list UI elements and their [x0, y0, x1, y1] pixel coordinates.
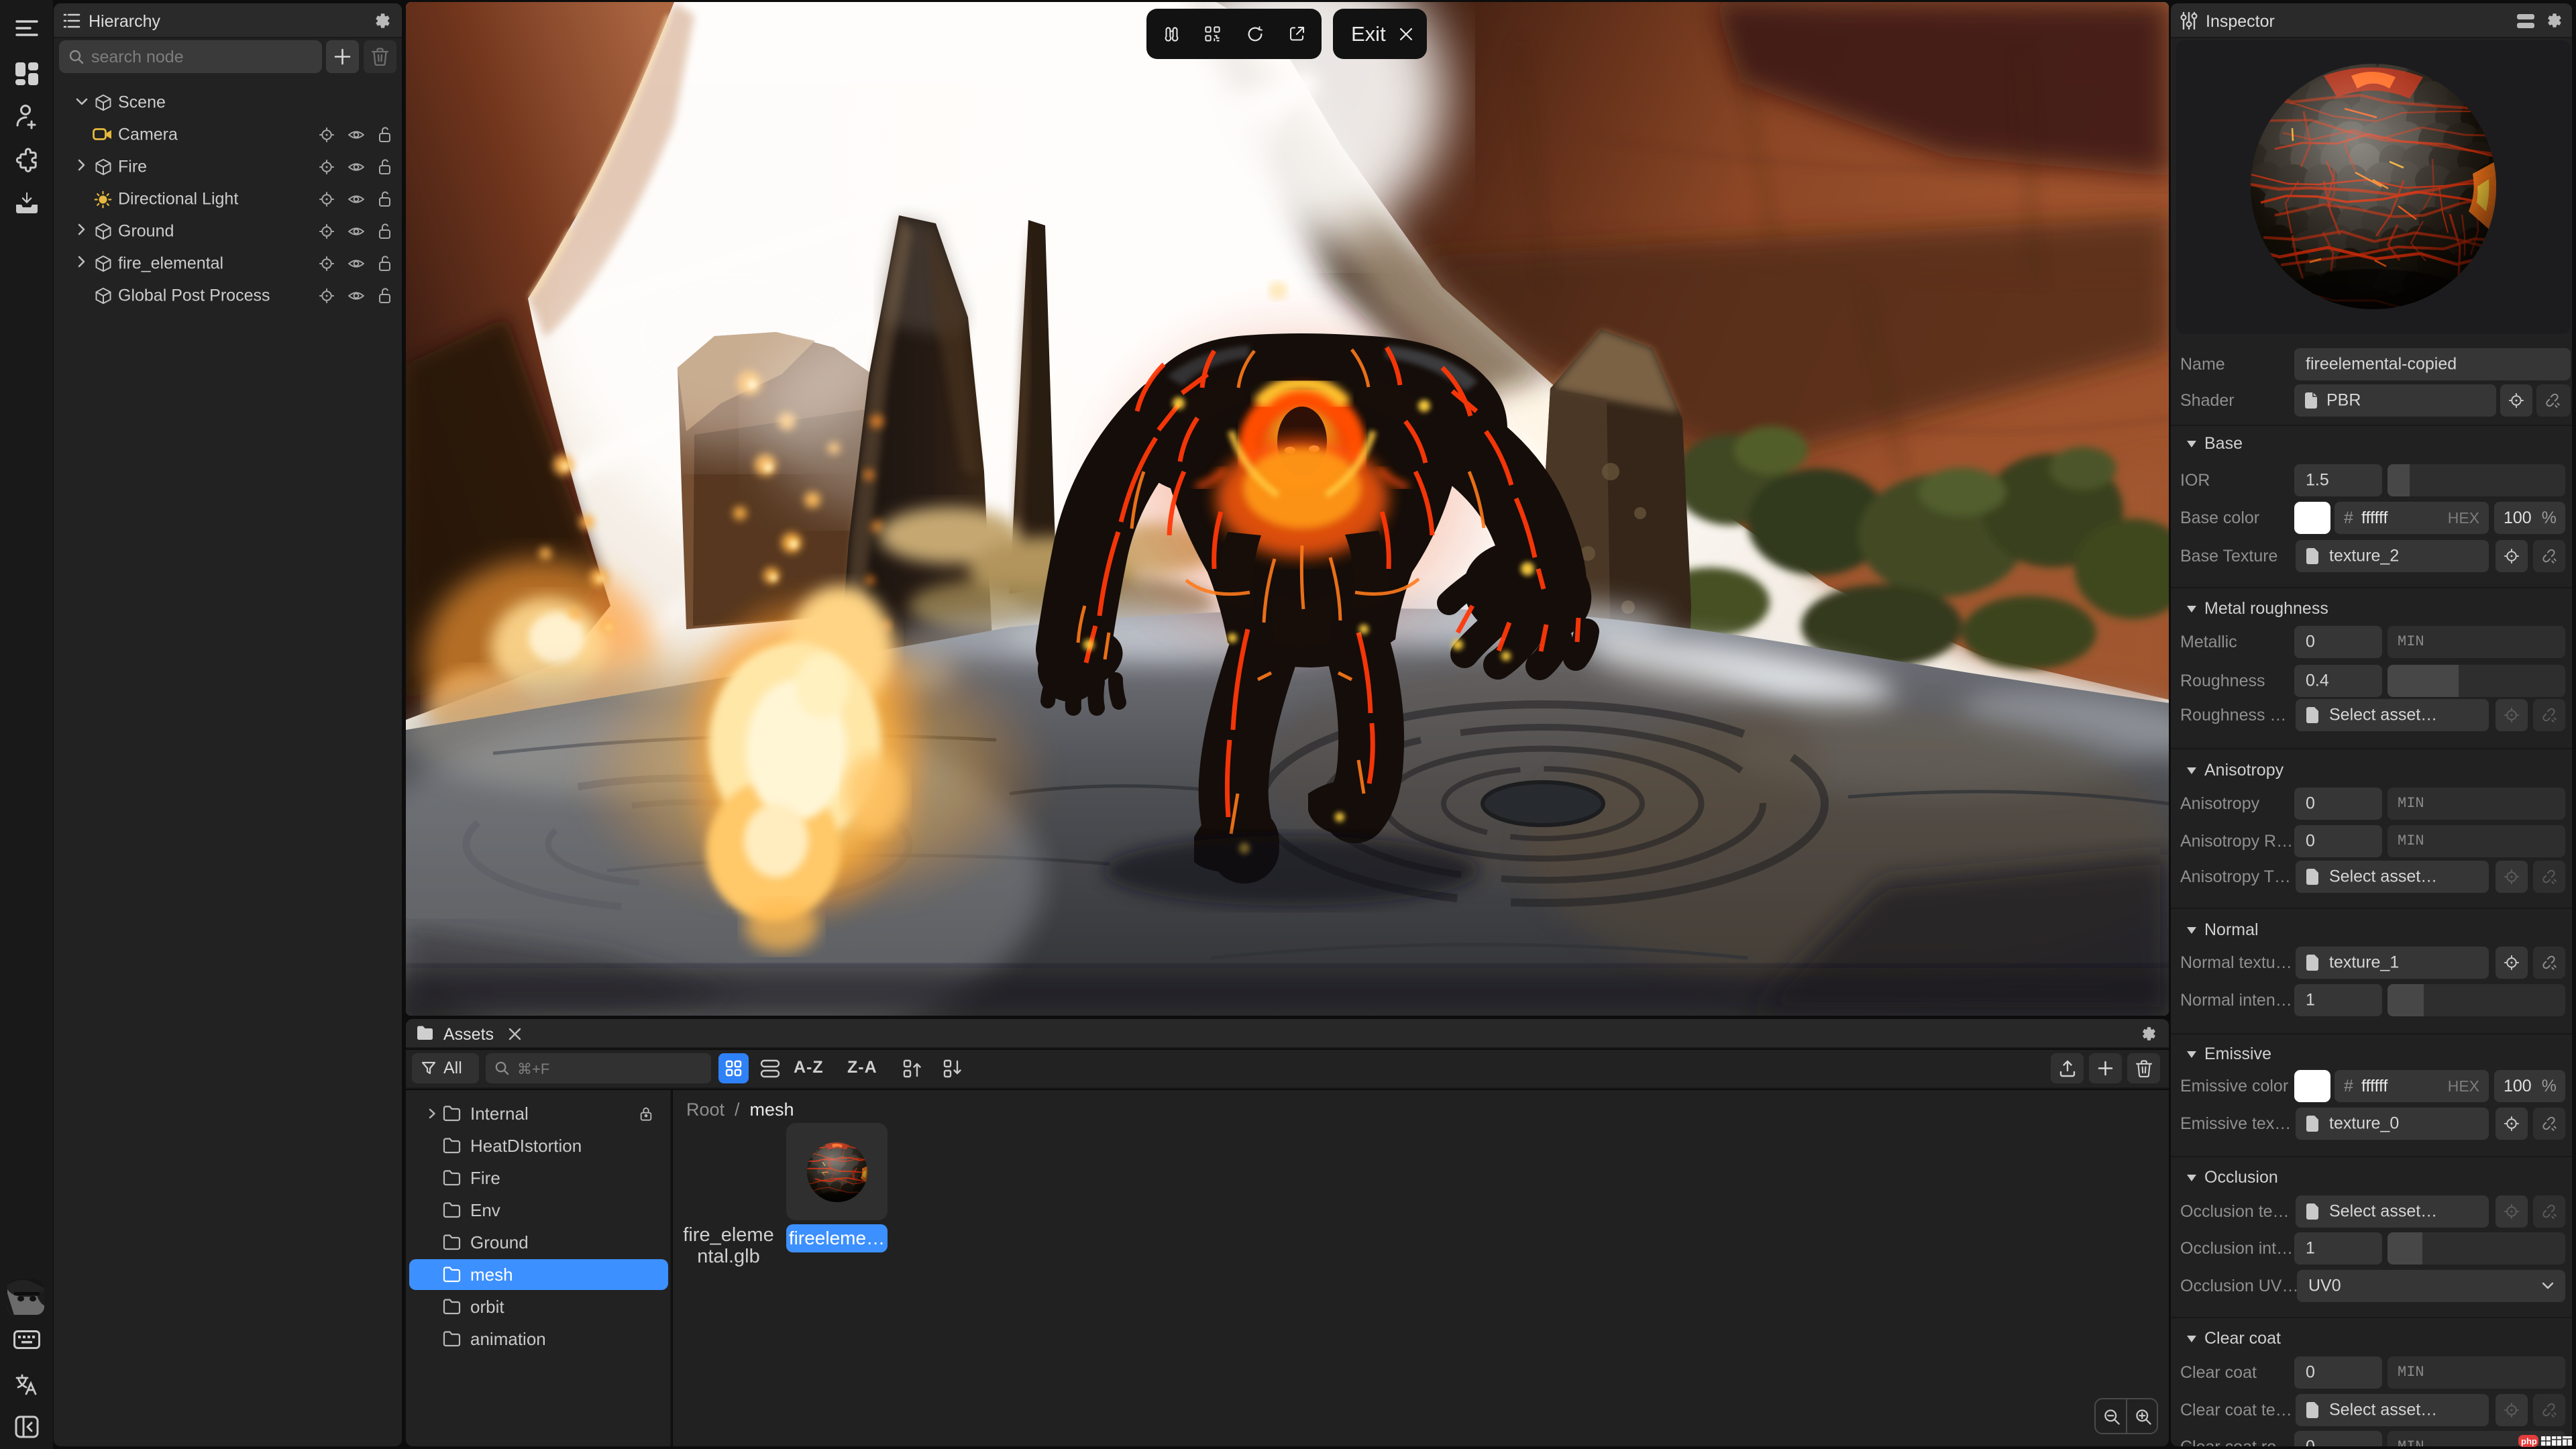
svg-text:php: php	[2521, 1436, 2537, 1446]
